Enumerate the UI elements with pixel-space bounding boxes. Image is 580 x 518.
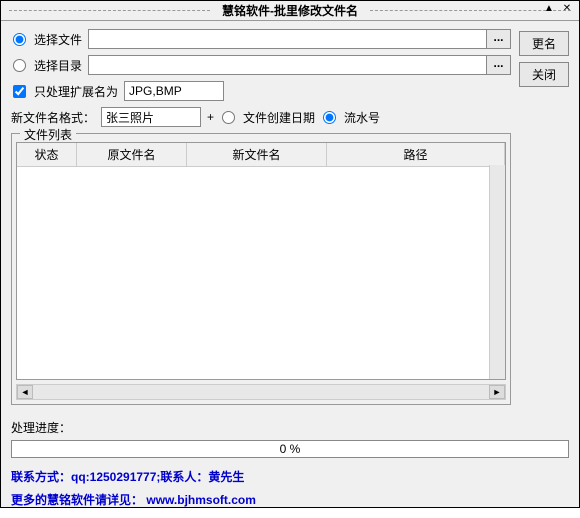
more-prefix: 更多的慧铭软件请详见： xyxy=(11,493,143,507)
dir-input-group: ... xyxy=(88,55,511,75)
progress-section: 处理进度： 0 % xyxy=(11,419,569,458)
vertical-scrollbar[interactable] xyxy=(489,165,505,379)
horizontal-scrollbar[interactable]: ◄ ► xyxy=(16,384,506,400)
file-path-input[interactable] xyxy=(88,29,487,49)
progress-text: 0 % xyxy=(280,442,301,456)
table-header: 状态 原文件名 新文件名 路径 xyxy=(17,143,505,167)
file-input-group: ... xyxy=(88,29,511,49)
scroll-left-icon[interactable]: ◄ xyxy=(17,385,33,399)
window-title: 慧铭软件-批里修改文件名 xyxy=(218,2,362,19)
website-link[interactable]: www.bjhmsoft.com xyxy=(146,493,256,507)
scroll-track[interactable] xyxy=(33,385,489,399)
file-table: 状态 原文件名 新文件名 路径 xyxy=(16,142,506,380)
file-list-fieldset: 文件列表 状态 原文件名 新文件名 路径 ◄ ► xyxy=(11,133,511,405)
main-column: 选择文件 ... 选择目录 ... 只处理扩展名为 xyxy=(11,29,511,405)
select-file-label: 选择文件 xyxy=(34,31,82,48)
progress-label: 处理进度： xyxy=(11,419,569,436)
file-list-legend: 文件列表 xyxy=(20,126,76,143)
browse-file-button[interactable]: ... xyxy=(487,29,511,49)
col-status[interactable]: 状态 xyxy=(17,143,77,166)
format-label: 新文件名格式： xyxy=(11,109,95,126)
ext-label: 只处理扩展名为 xyxy=(34,83,118,100)
plus-label: + xyxy=(207,110,214,124)
format-input[interactable] xyxy=(101,107,201,127)
more-line: 更多的慧铭软件请详见： www.bjhmsoft.com xyxy=(11,491,569,508)
side-buttons: 更名 关闭 xyxy=(519,29,569,405)
serial-label: 流水号 xyxy=(344,109,380,126)
rename-button[interactable]: 更名 xyxy=(519,31,569,56)
serial-radio[interactable] xyxy=(323,111,336,124)
titlebar: 慧铭软件-批里修改文件名 ▲ ✕ xyxy=(1,1,579,21)
select-dir-radio[interactable] xyxy=(13,59,26,72)
close-icon[interactable]: ✕ xyxy=(559,3,575,17)
contact-line: 联系方式：qq:1250291777;联系人：黄先生 xyxy=(11,468,569,485)
ext-checkbox[interactable] xyxy=(13,85,26,98)
title-controls: ▲ ✕ xyxy=(541,3,575,17)
format-row: 新文件名格式： + 文件创建日期 流水号 xyxy=(11,107,511,127)
select-file-radio[interactable] xyxy=(13,33,26,46)
ext-row: 只处理扩展名为 xyxy=(11,81,511,101)
col-new[interactable]: 新文件名 xyxy=(187,143,327,166)
progress-bar: 0 % xyxy=(11,440,569,458)
dir-path-input[interactable] xyxy=(88,55,487,75)
content-area: 选择文件 ... 选择目录 ... 只处理扩展名为 xyxy=(1,21,579,413)
footer: 联系方式：qq:1250291777;联系人：黄先生 更多的慧铭软件请详见： w… xyxy=(1,464,579,518)
close-button[interactable]: 关闭 xyxy=(519,62,569,87)
select-dir-label: 选择目录 xyxy=(34,57,82,74)
col-orig[interactable]: 原文件名 xyxy=(77,143,187,166)
app-window: 慧铭软件-批里修改文件名 ▲ ✕ 选择文件 ... 选择目录 ... xyxy=(0,0,580,508)
select-dir-row: 选择目录 ... xyxy=(11,55,511,75)
col-path[interactable]: 路径 xyxy=(327,143,505,166)
scroll-right-icon[interactable]: ► xyxy=(489,385,505,399)
browse-dir-button[interactable]: ... xyxy=(487,55,511,75)
minimize-icon[interactable]: ▲ xyxy=(541,3,557,17)
select-file-row: 选择文件 ... xyxy=(11,29,511,49)
date-radio[interactable] xyxy=(222,111,235,124)
ext-input[interactable] xyxy=(124,81,224,101)
date-label: 文件创建日期 xyxy=(243,109,315,126)
